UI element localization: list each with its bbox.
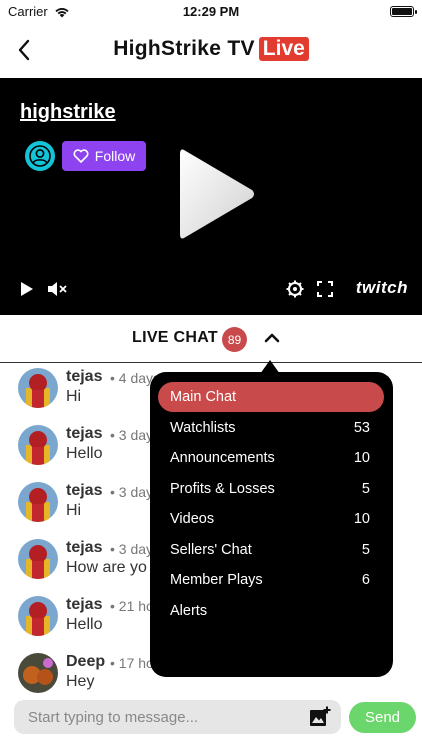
- dropdown-item-sellers-chat[interactable]: Sellers' Chat 5: [158, 535, 384, 565]
- channel-toggle-button[interactable]: [262, 328, 282, 348]
- follow-button[interactable]: Follow: [62, 141, 146, 171]
- dropdown-item-count: 10: [353, 450, 370, 466]
- message-text: Hello: [66, 445, 103, 462]
- message-time: • 17 ho: [110, 655, 154, 671]
- dropdown-item-alerts[interactable]: Alerts: [158, 596, 384, 626]
- page-title: HighStrike TV: [113, 37, 255, 60]
- avatar[interactable]: [18, 653, 58, 693]
- gear-icon: [286, 280, 304, 298]
- message-text: Hello: [66, 616, 103, 633]
- message-author: tejas: [66, 596, 103, 613]
- fullscreen-icon: [317, 281, 333, 297]
- send-button[interactable]: Send: [349, 702, 416, 733]
- message-author: tejas: [66, 539, 103, 556]
- dropdown-item-count: 5: [361, 481, 370, 497]
- dropdown-item-profits-losses[interactable]: Profits & Losses 5: [158, 474, 384, 504]
- status-bar: Carrier 12:29 PM: [0, 0, 422, 24]
- dropdown-item-label: Sellers' Chat: [170, 542, 252, 558]
- avatar-image: [18, 482, 58, 522]
- chevron-up-icon: [264, 333, 280, 343]
- message-author: tejas: [66, 425, 103, 442]
- play-icon: [21, 282, 33, 296]
- channel-name-link[interactable]: highstrike: [20, 101, 116, 124]
- dropdown-item-videos[interactable]: Videos 10: [158, 504, 384, 534]
- video-player[interactable]: highstrike Follow twitch: [0, 78, 422, 315]
- dropdown-item-label: Watchlists: [170, 420, 236, 436]
- avatar-image: [18, 425, 58, 465]
- avatar[interactable]: [18, 539, 58, 579]
- channel-avatar[interactable]: [25, 141, 55, 171]
- message-time: • 3 day: [110, 541, 154, 557]
- mute-button[interactable]: [47, 279, 67, 299]
- battery-icon: [390, 6, 417, 17]
- message-text: Hey: [66, 673, 95, 690]
- dropdown-item-label: Member Plays: [170, 572, 263, 588]
- status-time: 12:29 PM: [182, 4, 240, 19]
- message-time: • 3 day: [110, 484, 154, 500]
- avatar[interactable]: [18, 368, 58, 408]
- user-icon: [29, 145, 51, 167]
- mute-icon: [48, 282, 67, 296]
- dropdown-item-count: 53: [353, 420, 370, 436]
- title-group: HighStrike TV Live: [0, 37, 422, 61]
- add-image-icon[interactable]: [309, 706, 331, 728]
- fullscreen-button[interactable]: [316, 279, 334, 299]
- dropdown-item-member-plays[interactable]: Member Plays 6: [158, 565, 384, 595]
- dropdown-item-announcements[interactable]: Announcements 10: [158, 443, 384, 473]
- dropdown-item-main-chat[interactable]: Main Chat: [158, 382, 384, 412]
- message-author: tejas: [66, 368, 103, 385]
- chat-header: LIVE CHAT 89: [0, 315, 422, 363]
- chat-count-badge: 89: [222, 327, 247, 352]
- chat-title: LIVE CHAT: [132, 329, 218, 346]
- settings-button[interactable]: [285, 279, 305, 299]
- play-button[interactable]: [18, 279, 36, 299]
- follow-label: Follow: [94, 148, 136, 164]
- message-text: Hi: [66, 502, 82, 519]
- channel-dropdown: Main Chat Watchlists 53 Announcements 10…: [150, 372, 393, 677]
- message-author: tejas: [66, 482, 103, 499]
- avatar[interactable]: [18, 596, 58, 636]
- avatar-image: [18, 653, 58, 693]
- avatar-image: [18, 368, 58, 408]
- message-author: Deep: [66, 653, 106, 670]
- dropdown-item-label: Profits & Losses: [170, 481, 275, 497]
- big-play-icon[interactable]: [178, 146, 256, 242]
- message-text: Hi: [66, 388, 82, 405]
- app-header: HighStrike TV Live: [0, 24, 422, 78]
- dropdown-item-count: 10: [353, 511, 370, 527]
- dropdown-item-label: Announcements: [170, 450, 275, 466]
- dropdown-item-count: 5: [361, 542, 370, 558]
- dropdown-item-label: Main Chat: [170, 389, 237, 405]
- twitch-logo[interactable]: twitch: [356, 278, 408, 298]
- live-badge: Live: [258, 37, 309, 61]
- message-input[interactable]: [28, 700, 298, 734]
- message-time: • 3 day: [110, 427, 154, 443]
- dropdown-item-label: Videos: [170, 511, 215, 527]
- dropdown-item-count: 6: [361, 572, 370, 588]
- avatar-image: [18, 539, 58, 579]
- heart-icon: [73, 149, 89, 163]
- avatar-image: [18, 596, 58, 636]
- message-time: • 21 ho: [110, 598, 154, 614]
- avatar[interactable]: [18, 482, 58, 522]
- message-text: How are yo: [66, 559, 147, 576]
- message-composer: [14, 700, 341, 734]
- avatar[interactable]: [18, 425, 58, 465]
- dropdown-item-label: Alerts: [170, 603, 208, 619]
- dropdown-item-watchlists[interactable]: Watchlists 53: [158, 413, 384, 443]
